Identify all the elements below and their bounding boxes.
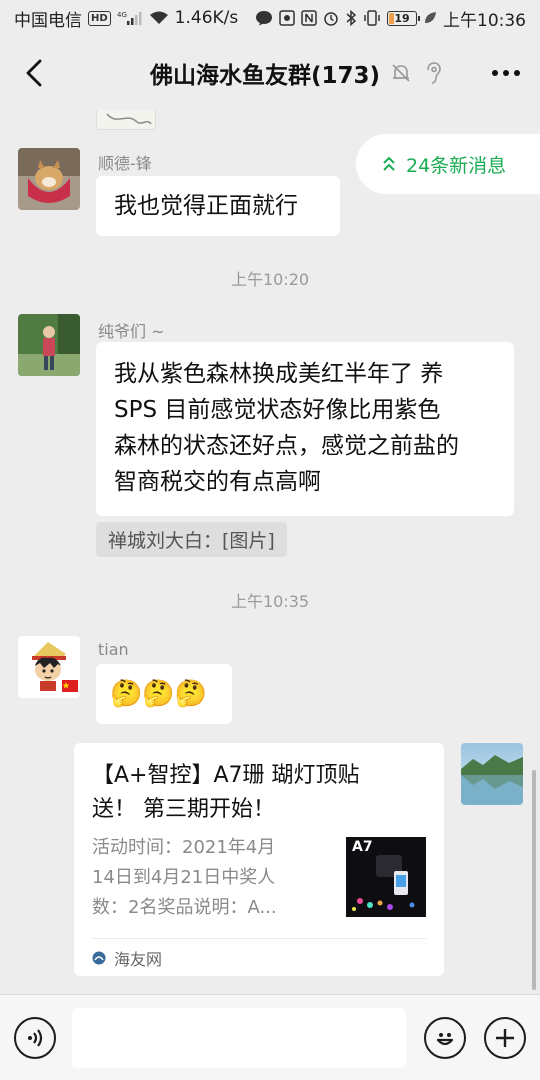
message-icon — [255, 10, 273, 26]
partial-image-message[interactable] — [96, 110, 156, 130]
card-title-line: 送！ 第三期开始！ — [92, 797, 275, 822]
thinking-emoji-text: 🤔🤔🤔 — [110, 679, 208, 709]
scrollbar[interactable] — [532, 770, 536, 990]
new-messages-label: 24条新消息 — [406, 154, 507, 177]
sender-name: 顺德-锋 — [98, 154, 152, 173]
signal-icon: 4G — [117, 10, 143, 26]
source-logo-icon — [92, 951, 106, 964]
network-speed: 1.46K/s — [174, 8, 239, 28]
plus-icon — [496, 1028, 514, 1047]
message-line: SPS 目前感觉状态好像比用紫色 — [114, 397, 441, 423]
leaf-icon — [423, 11, 437, 25]
more-button[interactable] — [486, 55, 526, 91]
alarm-icon — [323, 10, 339, 26]
carrier-label: 中国电信 — [14, 10, 82, 31]
voice-icon — [28, 1028, 43, 1047]
app-notification-icon — [279, 10, 295, 26]
card-source: 海友网 — [92, 938, 426, 976]
more-icon — [491, 70, 520, 76]
message-bubble[interactable]: 🤔🤔🤔 — [96, 664, 232, 724]
emoji-button[interactable] — [424, 1016, 466, 1059]
my-avatar[interactable] — [461, 743, 523, 805]
back-button[interactable] — [16, 55, 52, 91]
link-card[interactable]: 【A+智控】A7珊 瑚灯顶贴 送！ 第三期开始！ 活动时间：2021年4月 14… — [74, 743, 444, 976]
message-line: 森林的状态还好点，感觉之前盐的 — [114, 433, 459, 459]
bluetooth-icon — [345, 10, 357, 26]
voice-button[interactable] — [14, 1016, 56, 1059]
smiley-icon — [436, 1032, 454, 1045]
timestamp: 上午10:35 — [230, 592, 310, 611]
card-title-line: 【A+智控】A7珊 瑚灯顶贴 — [92, 763, 360, 788]
card-thumbnail: A7 — [346, 837, 426, 917]
mute-bell-icon — [392, 64, 410, 82]
hd-icon: HD — [88, 10, 111, 26]
more-functions-button[interactable] — [484, 1016, 526, 1059]
battery-level: 19 — [394, 11, 410, 25]
message-line: 我从紫色森林换成美红半年了 养 — [114, 361, 444, 387]
card-description: 活动时间：2021年4月 14日到4月21日中奖人 数：2名奖品说明：A... — [92, 833, 320, 923]
battery-icon: 19 — [387, 10, 420, 26]
card-title: 【A+智控】A7珊 瑚灯顶贴 送！ 第三期开始！ — [92, 759, 426, 827]
svg-text:4G: 4G — [117, 11, 127, 19]
message-line: 智商税交的有点高啊 — [114, 469, 321, 495]
new-messages-button[interactable]: 24条新消息 — [356, 134, 540, 194]
sender-name: tian — [98, 640, 129, 659]
card-desc-line: 14日到4月21日中奖人 — [92, 867, 276, 888]
chat-title[interactable]: 佛山海水鱼友群(173) — [150, 56, 380, 90]
chat-header: 佛山海水鱼友群(173) — [0, 36, 540, 110]
back-icon — [26, 59, 42, 87]
message-bubble[interactable]: 我从紫色森林换成美红半年了 养 SPS 目前感觉状态好像比用紫色 森林的状态还好… — [96, 342, 514, 516]
timestamp: 上午10:20 — [230, 270, 310, 289]
avatar[interactable] — [18, 148, 80, 210]
card-desc-line: 数：2名奖品说明：A... — [92, 897, 277, 918]
avatar[interactable] — [18, 314, 80, 376]
clock: 上午10:36 — [443, 10, 526, 31]
status-bar: 中国电信 HD 4G 1.46K/s 19 上午10:36 — [0, 0, 540, 36]
wifi-icon — [149, 10, 169, 26]
card-source-label: 海友网 — [114, 949, 163, 969]
sender-name: 纯爷们 ~ — [98, 322, 165, 341]
input-bar — [0, 994, 540, 1080]
message-bubble[interactable]: 我也觉得正面就行 — [96, 176, 340, 236]
quoted-message[interactable]: 禅城刘大白：[图片] — [96, 522, 287, 557]
earpiece-icon — [427, 62, 441, 84]
message-list[interactable]: 24条新消息 顺德-锋 我也觉得正面就行 上午10:20 纯爷们 ~ 我从紫色森… — [0, 110, 540, 994]
avatar[interactable] — [18, 636, 80, 698]
nfc-icon — [301, 10, 317, 26]
double-chevron-up-icon — [383, 156, 395, 171]
card-desc-line: 活动时间：2021年4月 — [92, 837, 276, 858]
message-input[interactable] — [72, 1007, 406, 1068]
vibrate-icon — [363, 10, 381, 26]
